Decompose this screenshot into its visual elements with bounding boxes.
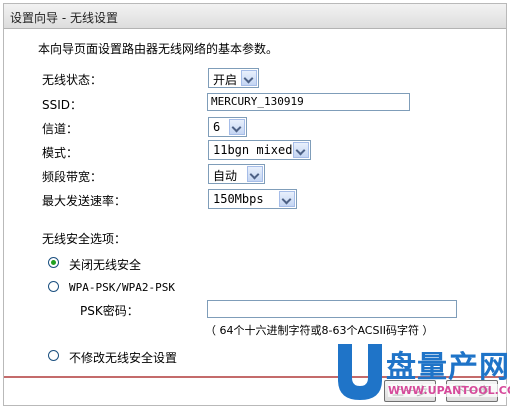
max-rate-value: 150Mbps (213, 192, 264, 206)
chevron-down-icon (293, 142, 309, 158)
radio-security-wpa[interactable] (48, 281, 59, 292)
chevron-down-icon (229, 119, 245, 135)
psk-password-input[interactable] (207, 300, 457, 318)
mode-label: 模式： (42, 146, 79, 160)
watermark-brand: 盘量产网 (386, 350, 510, 385)
psk-label: PSK密码： (80, 304, 139, 318)
channel-label: 信道： (42, 122, 79, 136)
wireless-status-value: 开启 (213, 73, 238, 87)
bandwidth-value: 自动 (213, 169, 238, 183)
max-rate-select[interactable]: 150Mbps (208, 189, 297, 209)
ssid-label: SSID： (42, 98, 83, 112)
psk-hint: （ 64个十六进制字符或8-63个ACSII码字符 ） (205, 324, 434, 337)
title-bar: 设置向导 - 无线设置 (4, 4, 506, 29)
channel-select[interactable]: 6 (208, 117, 247, 137)
watermark-logo: 盘量产网 WWW.UPANTOOL.COM (334, 342, 510, 404)
security-heading: 无线安全选项： (42, 232, 127, 246)
window-title: 设置向导 - 无线设置 (10, 11, 118, 25)
ssid-input[interactable]: MERCURY_130919 (207, 93, 410, 111)
intro-text: 本向导页面设置路由器无线网络的基本参数。 (38, 42, 279, 56)
chevron-down-icon (247, 166, 263, 182)
radio-security-keep[interactable] (48, 350, 59, 361)
bandwidth-label: 频段带宽： (42, 170, 103, 184)
chevron-down-icon (279, 191, 295, 207)
mode-select[interactable]: 11bgn mixed (208, 140, 311, 160)
security-off-label: 关闭无线安全 (69, 258, 142, 272)
chevron-down-icon (241, 70, 257, 86)
security-wpa-label: WPA-PSK/WPA2-PSK (69, 281, 175, 294)
max-rate-label: 最大发送速率： (42, 194, 127, 208)
mode-value: 11bgn mixed (213, 143, 293, 157)
watermark-url: WWW.UPANTOOL.COM (388, 384, 510, 397)
channel-value: 6 (213, 120, 221, 134)
wireless-status-select[interactable]: 开启 (208, 68, 259, 88)
wireless-status-label: 无线状态： (42, 73, 103, 87)
radio-security-off[interactable] (48, 257, 59, 268)
security-keep-label: 不修改无线安全设置 (69, 351, 178, 365)
bandwidth-select[interactable]: 自动 (208, 164, 265, 184)
